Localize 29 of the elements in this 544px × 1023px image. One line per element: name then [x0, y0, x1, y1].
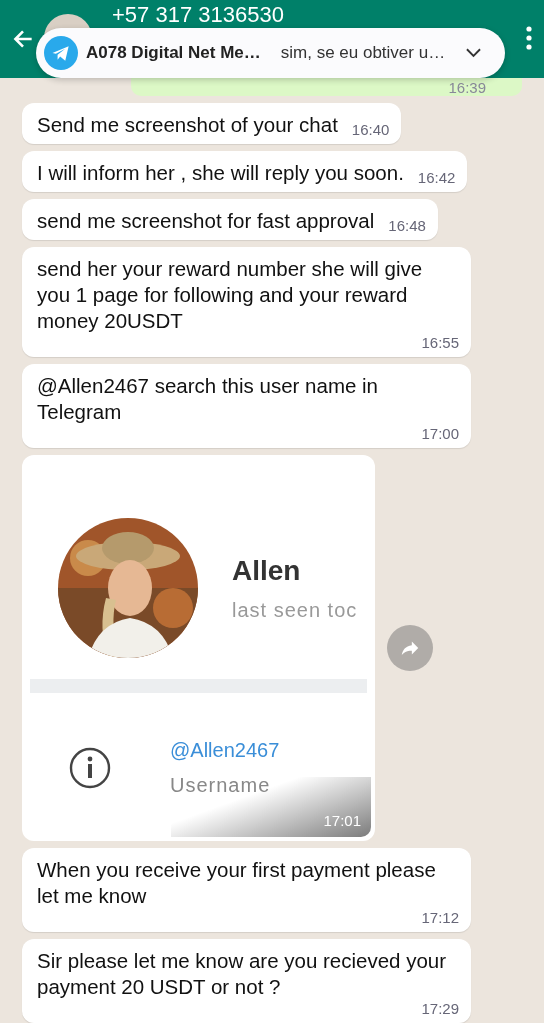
message-text: I will inform her , she will reply you soon. [37, 160, 404, 186]
notification-title: A078 Digital Net Me… [86, 43, 261, 63]
username-label: Username [170, 774, 272, 797]
notification-preview: sim, se eu obtiver u… [280, 43, 447, 63]
message-text: send me screenshot for fast approval [37, 208, 375, 234]
contact-name[interactable]: +57 317 3136530 [112, 4, 284, 26]
message-time: 16:40 [351, 121, 390, 138]
chevron-down-icon[interactable] [466, 48, 481, 58]
message-time: 17:12 [421, 909, 459, 926]
username-link[interactable]: @Allen2467 [170, 739, 280, 762]
notification-toast[interactable]: A078 Digital Net Me… sim, se eu obtiver u… [36, 28, 505, 78]
message-time: 17:29 [421, 1000, 459, 1017]
profile-name: Allen [232, 554, 302, 587]
profile-status: last seen toc [232, 598, 358, 622]
info-icon [68, 746, 112, 790]
telegram-icon [44, 36, 78, 70]
message-text: @Allen2467 search this user name in Telegram [37, 373, 380, 425]
message-time: 16:48 [388, 217, 426, 234]
message-text: When you receive your first payment please let me know [37, 857, 437, 909]
message-text: Sir please let me know are you recieved your payment 20 USDT or not ? [37, 948, 448, 1000]
message-time: 17:00 [421, 425, 459, 442]
message-time: 16:42 [417, 169, 456, 186]
message-text: Send me screenshot of your chat [37, 112, 338, 138]
image-message-bubble[interactable]: Allen last seen toc @Allen2467 Username 17:01 [22, 455, 375, 841]
menu-icon[interactable] [526, 26, 532, 50]
message-text: send her your reward number she will give you 1 page for following and your reward money 20USDT [37, 256, 424, 334]
message-time: 17:01 [323, 812, 361, 829]
message-time: 16:55 [421, 334, 459, 351]
message-time: 16:39 [448, 80, 486, 95]
